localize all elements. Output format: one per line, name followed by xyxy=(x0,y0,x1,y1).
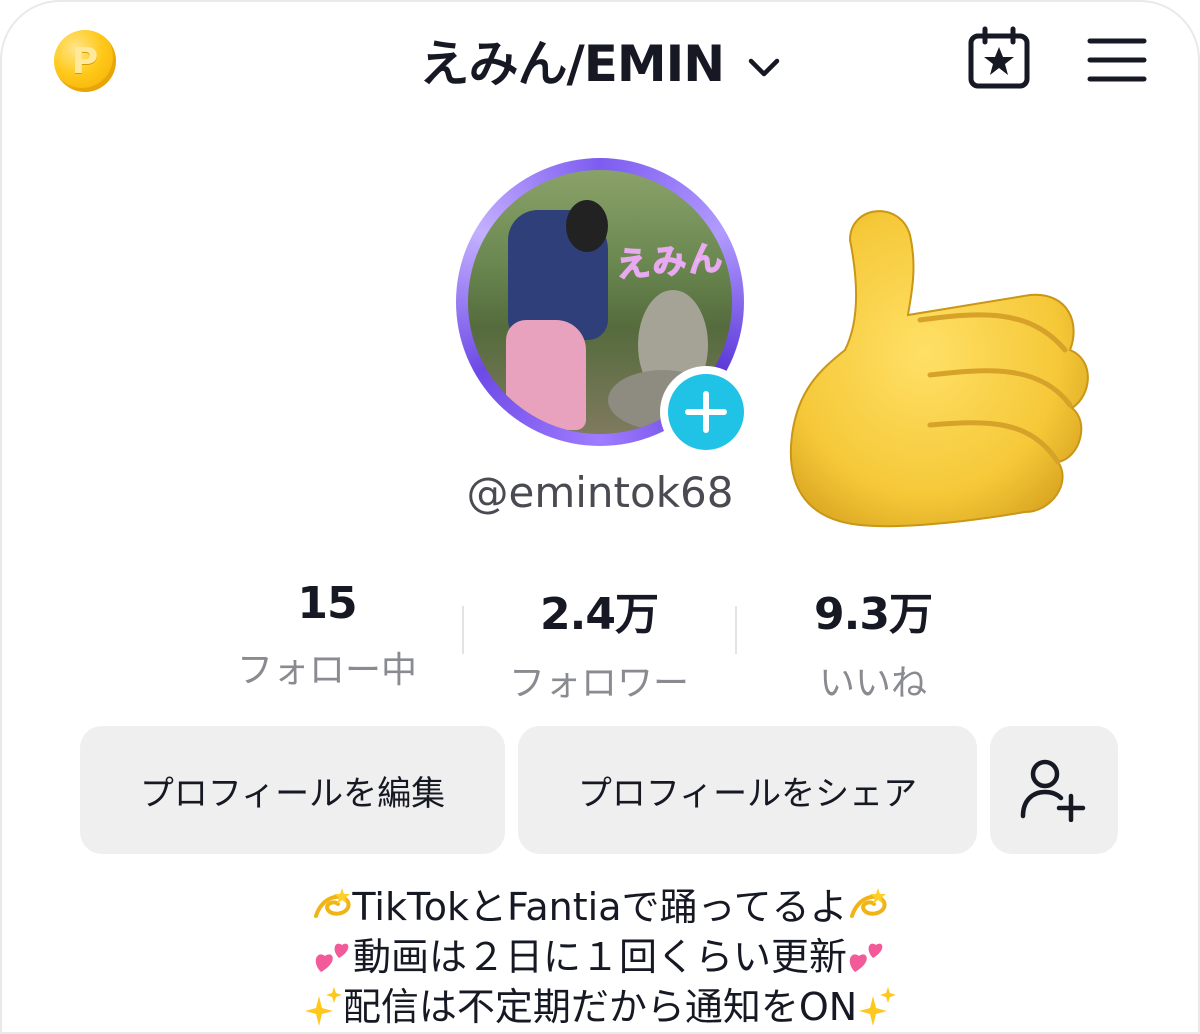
share-profile-button[interactable]: プロフィールをシェア xyxy=(518,726,977,854)
stat-likes[interactable]: 9.3万 いいね xyxy=(753,578,993,706)
username: @emintok68 xyxy=(466,468,734,517)
avatar-overlay-text: えみん xyxy=(614,238,726,287)
two-hearts-icon xyxy=(849,943,883,972)
bio-line-2: 動画は２日に１回くらい更新 xyxy=(0,932,1200,982)
stat-following-label: フォロー中 xyxy=(236,650,417,691)
sparkles-icon xyxy=(859,987,897,1026)
sparkles-icon xyxy=(304,987,342,1026)
plus-icon xyxy=(685,391,727,433)
add-avatar-button[interactable] xyxy=(660,366,752,458)
bio-line-1-text: TikTokとFantiaで踊ってるよ xyxy=(352,885,848,929)
calendar-star-icon[interactable] xyxy=(966,26,1032,92)
stat-likes-value: 9.3万 xyxy=(814,589,933,640)
stat-divider xyxy=(462,606,464,654)
stat-followers[interactable]: 2.4万 フォロワー xyxy=(479,578,719,706)
stat-following-value: 15 xyxy=(297,578,357,629)
page-title: えみん/EMIN xyxy=(419,35,725,93)
bio-line-3: 配信は不定期だから通知をON xyxy=(0,982,1200,1032)
bio-line-1: TikTokとFantiaで踊ってるよ xyxy=(0,882,1200,932)
dizzy-icon xyxy=(314,888,351,918)
bio-line-2-text: 動画は２日に１回くらい更新 xyxy=(352,935,847,979)
stat-followers-value: 2.4万 xyxy=(540,589,659,640)
two-hearts-icon xyxy=(315,943,349,972)
profile-bio: TikTokとFantiaで踊ってるよ 動画は２日に１回くらい更新 配信は不定期… xyxy=(0,882,1200,1032)
stat-followers-label: フォロワー xyxy=(508,663,689,704)
edit-profile-label: プロフィールを編集 xyxy=(139,773,446,814)
add-friend-button[interactable] xyxy=(990,726,1118,854)
stat-following[interactable]: 15 フォロー中 xyxy=(207,578,447,693)
edit-profile-button[interactable]: プロフィールを編集 xyxy=(80,726,505,854)
stat-divider xyxy=(735,606,737,654)
stat-likes-label: いいね xyxy=(818,663,927,704)
share-profile-label: プロフィールをシェア xyxy=(577,773,918,814)
dizzy-icon xyxy=(849,888,887,918)
chevron-down-icon xyxy=(748,58,779,76)
hamburger-menu-icon[interactable] xyxy=(1086,36,1148,84)
add-user-icon xyxy=(1020,759,1086,822)
bio-line-3-text: 配信は不定期だから通知をON xyxy=(342,985,858,1029)
